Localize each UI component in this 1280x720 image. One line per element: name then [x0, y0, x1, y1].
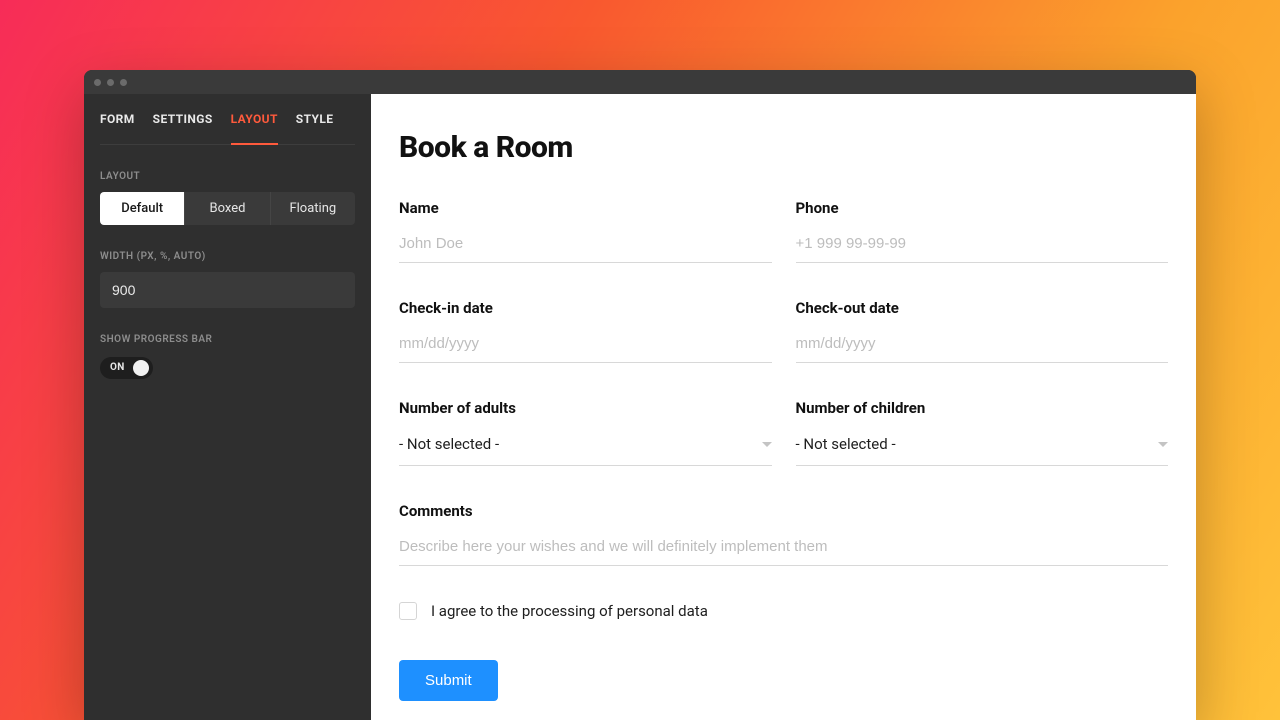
window-control-zoom[interactable] — [120, 79, 127, 86]
adults-select[interactable]: - Not selected - — [399, 431, 772, 466]
adults-value: - Not selected - — [399, 435, 499, 453]
tab-settings[interactable]: SETTINGS — [153, 112, 213, 130]
layout-option-default[interactable]: Default — [100, 192, 184, 225]
checkout-input[interactable] — [796, 331, 1169, 363]
window-control-close[interactable] — [94, 79, 101, 86]
children-label: Number of children — [796, 399, 1169, 417]
layout-mode-segmented: Default Boxed Floating — [100, 192, 355, 225]
children-select[interactable]: - Not selected - — [796, 431, 1169, 466]
submit-button[interactable]: Submit — [399, 660, 498, 701]
checkin-input[interactable] — [399, 331, 772, 363]
window-titlebar — [84, 70, 1196, 94]
width-input[interactable] — [100, 272, 355, 308]
field-checkin: Check-in date — [399, 299, 772, 363]
consent-text: I agree to the processing of personal da… — [431, 602, 708, 620]
name-input[interactable] — [399, 231, 772, 263]
layout-option-boxed[interactable]: Boxed — [185, 192, 269, 225]
field-checkout: Check-out date — [796, 299, 1169, 363]
width-section-heading: WIDTH (PX, %, AUTO) — [100, 251, 355, 262]
tab-form[interactable]: FORM — [100, 112, 135, 130]
checkin-label: Check-in date — [399, 299, 772, 317]
comments-label: Comments — [399, 502, 1168, 520]
consent-checkbox[interactable] — [399, 602, 417, 620]
window-control-minimize[interactable] — [107, 79, 114, 86]
progress-bar-toggle[interactable]: ON — [100, 357, 153, 379]
sidebar-tabs: FORM SETTINGS LAYOUT STYLE — [100, 112, 355, 145]
layout-option-floating[interactable]: Floating — [271, 192, 355, 225]
editor-window: FORM SETTINGS LAYOUT STYLE LAYOUT Defaul… — [84, 70, 1196, 720]
field-name: Name — [399, 199, 772, 263]
tab-layout[interactable]: LAYOUT — [231, 112, 278, 130]
name-label: Name — [399, 199, 772, 217]
chevron-down-icon — [1158, 442, 1168, 447]
app-background: FORM SETTINGS LAYOUT STYLE LAYOUT Defaul… — [0, 0, 1280, 720]
progress-section-heading: SHOW PROGRESS BAR — [100, 334, 355, 345]
layout-section-heading: LAYOUT — [100, 171, 355, 182]
comments-input[interactable] — [399, 534, 1168, 566]
form-title: Book a Room — [399, 130, 1168, 165]
field-comments: Comments — [399, 502, 1168, 566]
tab-style[interactable]: STYLE — [296, 112, 334, 130]
checkout-label: Check-out date — [796, 299, 1169, 317]
children-value: - Not selected - — [796, 435, 896, 453]
adults-label: Number of adults — [399, 399, 772, 417]
toggle-knob — [133, 360, 149, 376]
field-adults: Number of adults - Not selected - — [399, 399, 772, 466]
field-children: Number of children - Not selected - — [796, 399, 1169, 466]
chevron-down-icon — [762, 442, 772, 447]
toggle-state-label: ON — [110, 362, 125, 373]
consent-row: I agree to the processing of personal da… — [399, 602, 1168, 620]
settings-sidebar: FORM SETTINGS LAYOUT STYLE LAYOUT Defaul… — [84, 94, 371, 720]
form-preview: Book a Room Name Phone Check-in date — [371, 94, 1196, 720]
phone-input[interactable] — [796, 231, 1169, 263]
field-phone: Phone — [796, 199, 1169, 263]
phone-label: Phone — [796, 199, 1169, 217]
